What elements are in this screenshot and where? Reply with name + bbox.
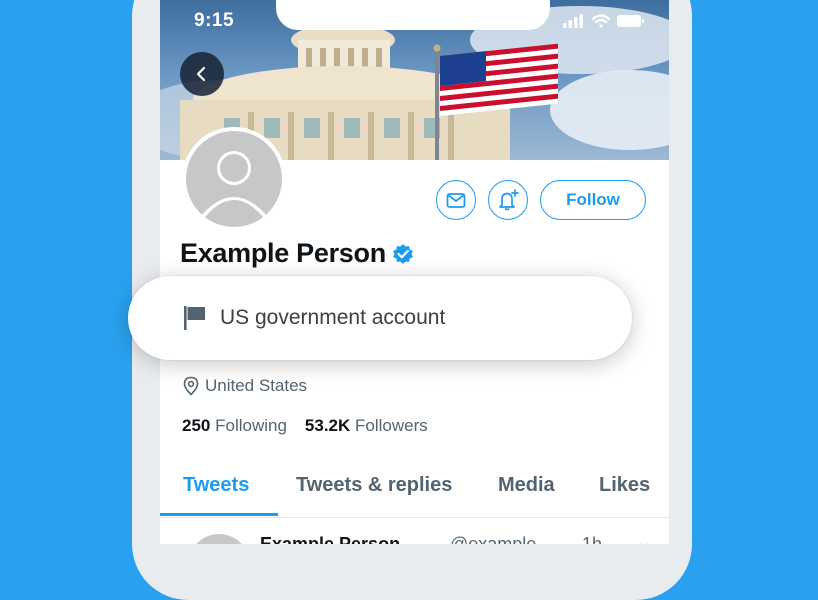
tweet-author-handle: @example xyxy=(450,534,537,544)
avatar[interactable] xyxy=(182,127,286,231)
tab-media[interactable]: Media xyxy=(498,474,555,497)
tweet-time: 1h xyxy=(582,534,603,544)
location-text: United States xyxy=(205,376,308,395)
profile-tabs: Tweets Tweets & replies Media Likes xyxy=(160,466,669,518)
tab-tweets[interactable]: Tweets xyxy=(183,474,249,497)
location-pin-icon xyxy=(182,376,200,396)
message-button[interactable] xyxy=(436,180,476,220)
profile-location: United States xyxy=(182,376,307,396)
followers-count: 53.2K xyxy=(304,416,351,435)
tweet-preview[interactable]: Example Person @example 1h ⌄ xyxy=(160,518,669,544)
following-count: 250 xyxy=(182,416,211,435)
caret-down-icon[interactable]: ⌄ xyxy=(636,532,651,544)
followers-stat[interactable]: 53.2K Followers xyxy=(305,416,428,436)
mail-icon xyxy=(446,193,466,208)
followers-label: Followers xyxy=(355,416,428,435)
notifications-button[interactable] xyxy=(488,180,528,220)
back-button[interactable] xyxy=(180,52,224,96)
follow-button[interactable]: Follow xyxy=(540,180,646,220)
tab-tweets-replies[interactable]: Tweets & replies xyxy=(296,474,452,497)
tweet-avatar xyxy=(188,534,250,544)
signal-icon xyxy=(563,14,583,28)
active-tab-indicator xyxy=(160,513,278,516)
flag-icon xyxy=(182,304,208,332)
following-label: Following xyxy=(215,416,287,435)
profile-name: Example Person xyxy=(180,238,386,268)
government-label-card: US government account xyxy=(128,276,632,360)
back-arrow-icon xyxy=(196,66,206,82)
battery-icon xyxy=(617,15,644,27)
bell-plus-icon xyxy=(499,189,519,211)
government-label-text: US government account xyxy=(220,306,446,329)
profile-stats: 250 Following 53.2K Followers xyxy=(182,416,446,436)
status-time: 9:15 xyxy=(194,10,235,31)
default-avatar-icon xyxy=(200,151,268,217)
verified-icon xyxy=(392,243,414,265)
profile-screen: 9:15 Follow Example Person United States… xyxy=(160,0,669,544)
following-stat[interactable]: 250 Following xyxy=(182,416,287,436)
tweet-author-name: Example Person xyxy=(260,534,401,544)
status-icons xyxy=(563,12,645,35)
phone-notch xyxy=(276,0,550,30)
profile-name-row: Example Person xyxy=(180,238,414,269)
wifi-icon xyxy=(591,14,611,28)
tab-likes[interactable]: Likes xyxy=(599,474,650,497)
